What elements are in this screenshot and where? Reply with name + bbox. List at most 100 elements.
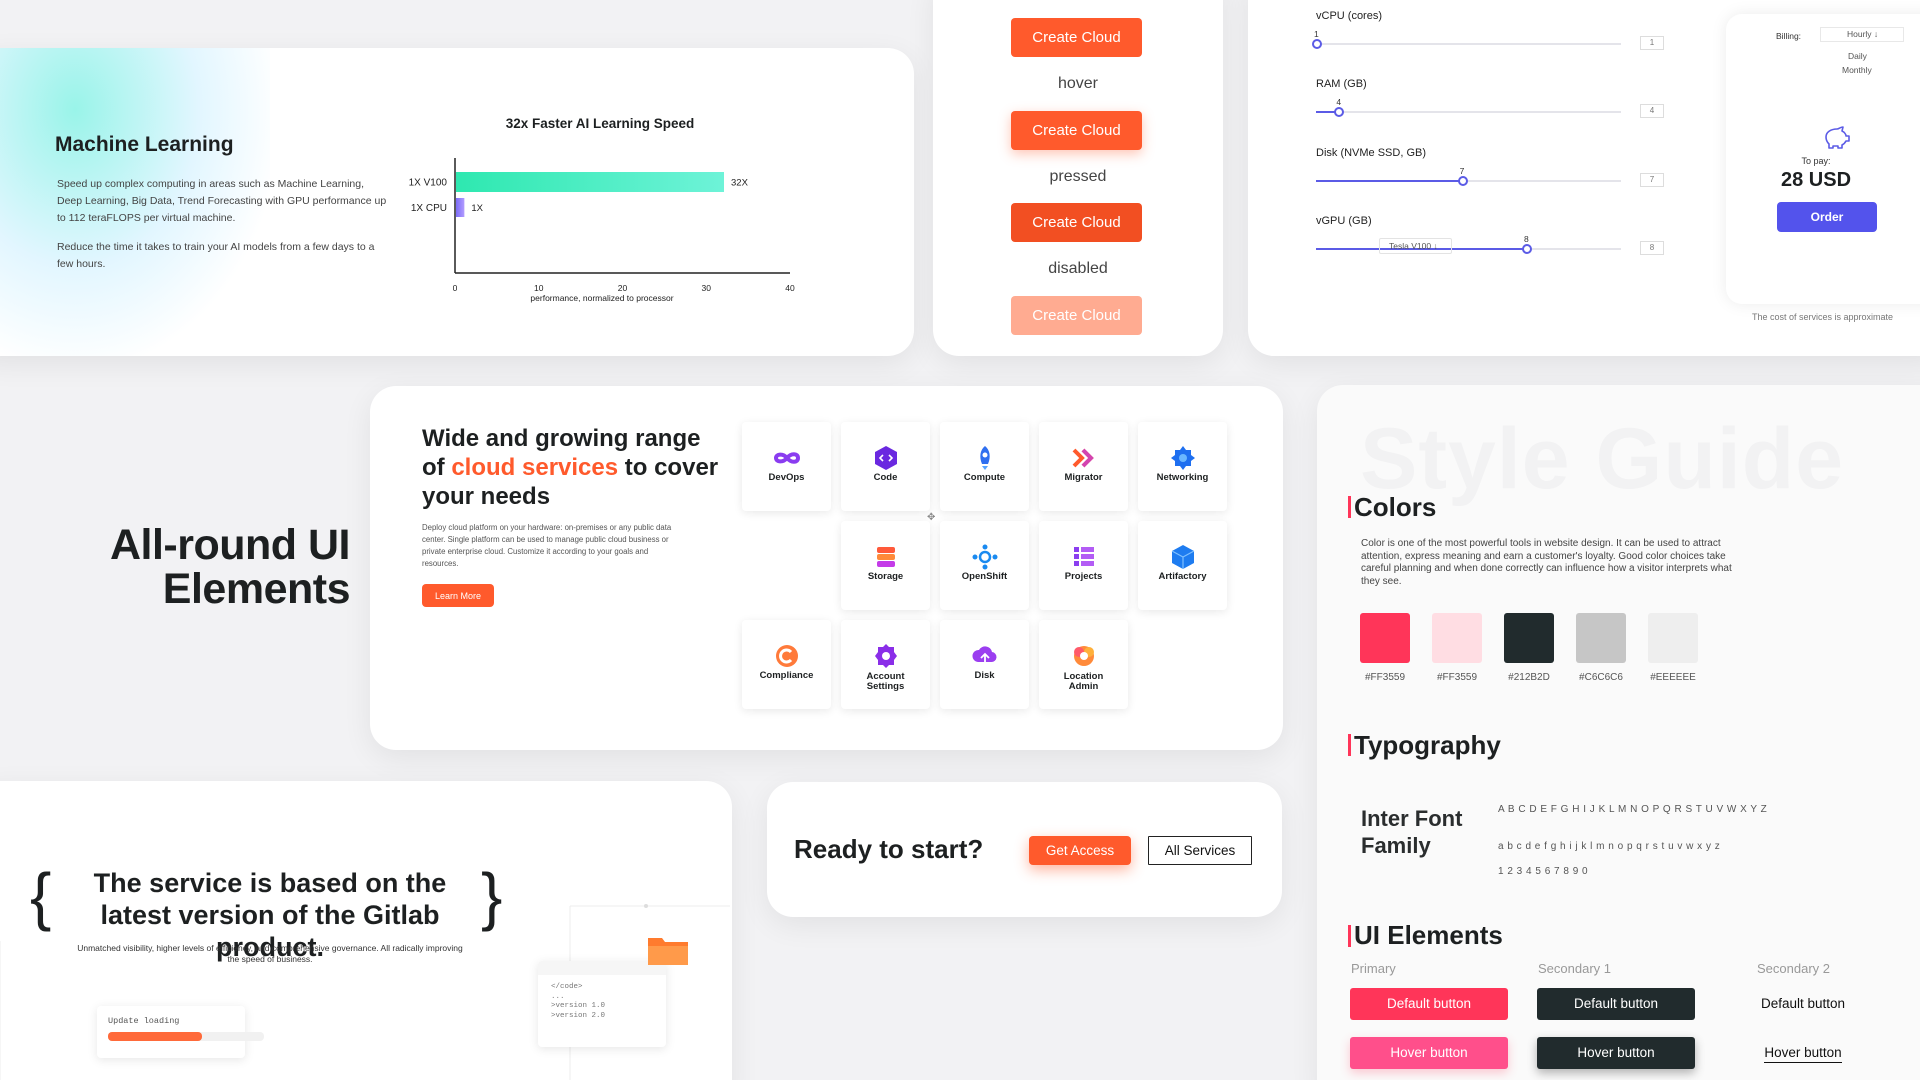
- secondary2-default-button[interactable]: Default button: [1724, 988, 1882, 1020]
- service-tile-account-settings[interactable]: Account Settings: [841, 620, 930, 709]
- color-swatch: [1432, 613, 1482, 663]
- color-swatch-label: #EEEEEE: [1650, 672, 1696, 683]
- service-tile-label: Account Settings: [866, 671, 905, 692]
- account-settings-icon: [875, 644, 897, 668]
- billing-option-monthly[interactable]: Monthly: [1842, 65, 1872, 75]
- service-tile-projects[interactable]: Projects: [1039, 521, 1128, 610]
- tick-label: 10: [534, 283, 544, 293]
- code-line: ...: [551, 992, 565, 1001]
- style-guide-card: Style Guide Colors Color is one of the m…: [1317, 385, 1920, 1080]
- secondary1-hover-button[interactable]: Hover button: [1537, 1037, 1695, 1069]
- slider-track[interactable]: [1312, 39, 1621, 49]
- allround-line-2: Elements: [162, 565, 351, 613]
- chart-title: 32x Faster AI Learning Speed: [505, 116, 695, 131]
- ml-paragraph-1: Speed up complex computing in areas such…: [57, 178, 387, 224]
- slider-value: 8: [1524, 234, 1529, 244]
- ui-elements-heading: UI Elements: [1354, 920, 1503, 950]
- slider-value: 4: [1336, 97, 1342, 107]
- billing-select[interactable]: Hourly ↓: [1820, 27, 1904, 42]
- disk-icon: [972, 646, 997, 664]
- service-tile-label: Artifactory: [1158, 571, 1207, 582]
- slider-handle[interactable]: [1457, 176, 1468, 186]
- slider-value-input[interactable]: 4: [1640, 104, 1664, 118]
- ml-card: Machine Learning Speed up complex comput…: [0, 48, 914, 356]
- service-tile-migrator[interactable]: Migrator: [1039, 422, 1128, 511]
- chevron-down-icon: ↓: [1433, 241, 1438, 251]
- slider-value-input[interactable]: 1: [1640, 36, 1664, 50]
- gitlab-card: { } The service is based on the latest v…: [0, 781, 732, 1080]
- service-tile-networking[interactable]: Networking: [1138, 422, 1227, 511]
- service-tile-compliance[interactable]: Compliance: [742, 620, 831, 709]
- code-line: >version 2.0: [551, 1011, 606, 1020]
- service-tile-artifactory[interactable]: Artifactory: [1138, 521, 1227, 610]
- service-tile-devops[interactable]: DevOps: [742, 422, 831, 511]
- update-label: Update loading: [108, 1016, 180, 1026]
- slider-handle[interactable]: [1522, 244, 1532, 254]
- get-access-button[interactable]: Get Access: [1029, 836, 1131, 865]
- ready-title: Ready to start?: [794, 834, 984, 864]
- allround-line-1: All-round UI: [109, 521, 351, 569]
- category-label: 1X V100: [409, 178, 448, 189]
- tick-label: 0: [453, 283, 458, 293]
- slider-track[interactable]: [1316, 176, 1621, 186]
- primary-hover-button[interactable]: Hover button: [1350, 1037, 1508, 1069]
- folder-icon: [648, 938, 688, 965]
- slider-handle[interactable]: [1334, 107, 1345, 117]
- create-cloud-button[interactable]: Create Cloud: [1011, 18, 1142, 57]
- service-tile-compute[interactable]: Compute: [940, 422, 1029, 511]
- state-label-pressed: pressed: [1049, 168, 1107, 185]
- service-tile-label: Code: [873, 472, 898, 483]
- data-label: 1X: [471, 203, 483, 214]
- service-tile-openshift[interactable]: OpenShift: [940, 521, 1029, 610]
- secondary2-hover-button[interactable]: Hover button: [1724, 1037, 1882, 1069]
- bar: [456, 172, 724, 192]
- create-cloud-button-pressed[interactable]: Create Cloud: [1011, 203, 1142, 242]
- cost-footnote: The cost of services is approximate: [1752, 312, 1894, 322]
- slider-track[interactable]: [1316, 244, 1621, 254]
- cursor-icon: ✥: [927, 512, 936, 523]
- create-cloud-button-hover[interactable]: Create Cloud: [1011, 111, 1142, 150]
- color-swatch-label: #C6C6C6: [1579, 672, 1623, 683]
- allround-heading: All-round UI Elements: [60, 521, 351, 613]
- color-swatch: [1360, 613, 1410, 663]
- secondary1-default-button[interactable]: Default button: [1537, 988, 1695, 1020]
- cloud-services-card: Wide and growing range of cloud services…: [370, 386, 1283, 750]
- slider-handle[interactable]: [1312, 39, 1322, 49]
- cloud-description: Deploy cloud platform on your hardware: …: [422, 523, 672, 568]
- service-tile-disk[interactable]: Disk: [940, 620, 1029, 709]
- service-tile-code[interactable]: Code: [841, 422, 930, 511]
- slider-label: Disk (NVMe SSD, GB): [1316, 147, 1427, 159]
- create-cloud-button-disabled: Create Cloud: [1011, 296, 1142, 335]
- color-swatch: [1504, 613, 1554, 663]
- slider-label: vCPU (cores): [1316, 10, 1383, 22]
- ml-paragraph-2: Reduce the time it takes to train your A…: [57, 241, 375, 270]
- all-services-button[interactable]: All Services: [1148, 836, 1252, 865]
- service-tile-storage[interactable]: Storage: [841, 521, 930, 610]
- service-tile-location-admin[interactable]: Location Admin: [1039, 620, 1128, 709]
- primary-default-button[interactable]: Default button: [1350, 988, 1508, 1020]
- accent-bar: [1348, 925, 1351, 947]
- bar: [456, 198, 465, 217]
- location-admin-icon: [1074, 646, 1094, 666]
- slider-track[interactable]: [1316, 107, 1621, 117]
- colors-description: Color is one of the most powerful tools …: [1361, 538, 1732, 587]
- payment-panel: Billing: Hourly ↓ Daily Monthly To pay: …: [1726, 14, 1920, 304]
- typography-heading: Typography: [1354, 730, 1501, 760]
- slider-value-input[interactable]: 7: [1640, 173, 1664, 187]
- slider-value: 1: [1314, 29, 1319, 39]
- column-secondary-1: Secondary 1: [1538, 961, 1611, 976]
- ready-card: Ready to start? Get Access All Services: [767, 782, 1282, 917]
- order-button[interactable]: Order: [1777, 202, 1877, 232]
- digits: 1 2 3 4 5 6 7 8 9 0: [1498, 866, 1589, 877]
- learn-more-button[interactable]: Learn More: [422, 584, 494, 607]
- billing-option-daily[interactable]: Daily: [1848, 51, 1867, 61]
- compliance-icon: [776, 645, 798, 667]
- state-label-hover: hover: [1057, 75, 1099, 92]
- networking-icon: [1171, 446, 1195, 470]
- service-tile-label: Storage: [867, 571, 904, 582]
- service-tile-label: DevOps: [768, 472, 805, 483]
- bar-chart: 1X V100 32X 1X CPU 1X 0 10 20 30 40 performance, …: [409, 158, 795, 303]
- slider-value-input[interactable]: 8: [1640, 241, 1664, 255]
- gpu-model-select[interactable]: Tesla V100 ↓: [1379, 238, 1452, 254]
- color-swatch: [1648, 613, 1698, 663]
